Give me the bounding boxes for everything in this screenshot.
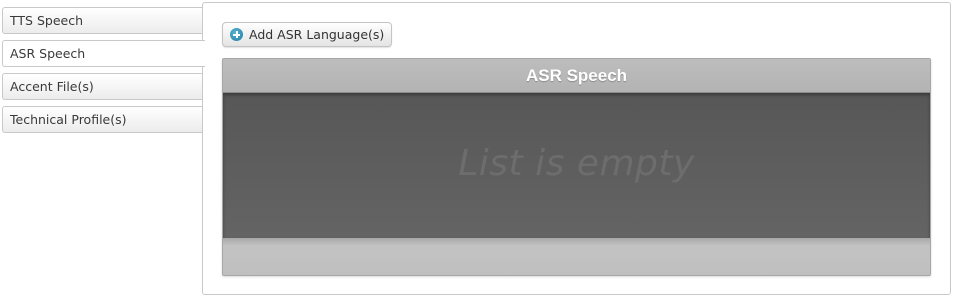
add-asr-language-label: Add ASR Language(s) xyxy=(249,27,385,42)
grid-footer xyxy=(223,238,930,275)
asr-speech-grid: ASR Speech List is empty xyxy=(222,58,931,276)
tab-tts-speech[interactable]: TTS Speech xyxy=(2,7,202,34)
tab-asr-speech[interactable]: ASR Speech xyxy=(2,40,205,67)
plus-circle-icon xyxy=(230,28,243,41)
tab-technical-profiles[interactable]: Technical Profile(s) xyxy=(2,106,202,133)
tab-accent-files[interactable]: Accent File(s) xyxy=(2,73,202,100)
add-asr-language-button[interactable]: Add ASR Language(s) xyxy=(222,22,393,47)
grid-title: ASR Speech xyxy=(223,59,930,93)
empty-list-message: List is empty xyxy=(458,143,695,184)
tab-content-panel: Add ASR Language(s) ASR Speech List is e… xyxy=(202,2,951,295)
grid-body: List is empty xyxy=(223,93,930,238)
